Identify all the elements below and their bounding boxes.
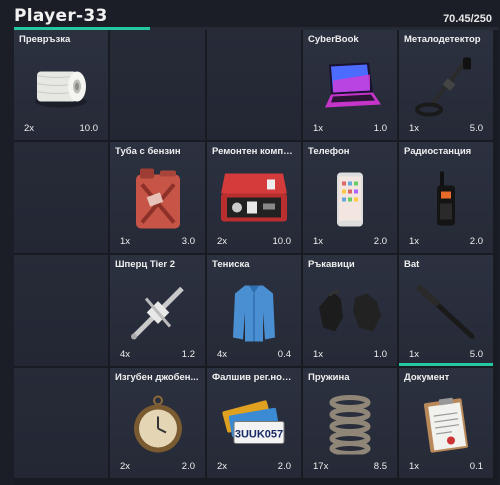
inventory-slot[interactable]: Изгубен джобен... 2x 2.0 [110,368,205,478]
item-weight: 1.0 [373,349,387,360]
item-quantity: 4x [120,349,131,360]
spring-icon [327,395,373,460]
item-name: Металодетектор [404,34,481,45]
inventory-slot[interactable]: Пружина 17x 8.5 [303,368,397,478]
item-quantity: 1x [313,236,324,247]
inventory-slot[interactable]: Шперц Tier 2 4x 1.2 [110,255,205,366]
document-icon [421,395,471,460]
item-quantity: 2x [217,236,228,247]
player-name: Player-33 [14,6,108,26]
item-weight: 5.0 [469,123,483,134]
item-weight: 1.0 [373,123,387,134]
empty-slot[interactable] [207,30,301,140]
item-quantity: 2x [120,461,131,472]
inventory-slot[interactable]: CyberBook 1x 1.0 [303,30,397,140]
item-weight: 2.0 [469,236,483,247]
item-weight: 0.4 [277,349,291,360]
inventory-slot[interactable]: Тениска 4x 0.4 [207,255,301,366]
item-weight: 10.0 [272,236,292,247]
empty-slot[interactable] [110,30,205,140]
item-weight: 8.5 [373,461,387,472]
item-weight: 2.0 [373,236,387,247]
item-weight: 0.1 [469,461,483,472]
item-quantity: 1x [409,123,420,134]
item-name: Документ [404,372,450,383]
item-quantity: 17x [313,461,329,472]
item-name: Фалшив рег.номер [212,372,297,383]
lockpick-icon [126,282,190,347]
inventory-grid: Превръзка 2x 10.0 CyberBook 1x 1.0 Метал… [14,30,498,485]
item-weight: 10.0 [79,123,99,134]
inventory-slot[interactable]: Телефон 1x 2.0 [303,142,397,253]
empty-slot[interactable] [14,255,108,366]
bat-icon [414,282,478,347]
item-name: Bat [404,259,420,270]
pocket-watch-icon [130,395,186,460]
phone-icon [335,171,365,232]
inventory-slot[interactable]: Радиостанция 1x 2.0 [399,142,493,253]
item-quantity: 1x [409,236,420,247]
license-plate-icon: 3UUK057 [220,400,288,455]
inventory-slot[interactable]: Документ 1x 0.1 [399,368,493,478]
empty-slot[interactable] [14,142,108,253]
inventory-slot[interactable]: Фалшив рег.номер 3UUK057 2x 2.0 [207,368,301,478]
inventory-slot[interactable]: Ръкавици 1x 1.0 [303,255,397,366]
item-weight: 2.0 [277,461,291,472]
item-quantity: 1x [313,123,324,134]
item-quantity: 1x [409,349,420,360]
weight-readout: 70.45/250 [443,13,492,25]
item-name: Тениска [212,259,250,270]
item-quantity: 2x [24,123,35,134]
inventory-slot[interactable]: Превръзка 2x 10.0 [14,30,108,140]
inventory-slot[interactable]: Металодетектор 1x 5.0 [399,30,493,140]
item-quantity: 1x [409,461,420,472]
item-name: Пружина [308,372,350,383]
inventory-header: Player-33 70.45/250 [0,0,500,30]
inventory-slot[interactable]: Ремонтен компл... 2x 10.0 [207,142,301,253]
item-quantity: 1x [313,349,324,360]
laptop-icon [315,61,385,118]
item-quantity: 2x [217,461,228,472]
jerrycan-icon [128,166,188,237]
item-quantity: 1x [120,236,131,247]
item-name: Ръкавици [308,259,355,270]
plate-text: 3UUK057 [235,429,283,441]
empty-slot[interactable] [14,368,108,478]
item-name: Ремонтен компл... [212,146,297,157]
item-quantity: 4x [217,349,228,360]
item-weight: 5.0 [469,349,483,360]
item-name: Телефон [308,146,350,157]
bandage-roll-icon [29,62,93,117]
radio-icon [434,169,458,234]
item-weight: 2.0 [181,461,195,472]
gloves-icon [315,287,385,342]
inventory-slot[interactable]: Туба с бензин 1x 3.0 [110,142,205,253]
item-name: Туба с бензин [115,146,181,157]
item-name: Изгубен джобен... [115,372,199,383]
item-name: CyberBook [308,34,359,45]
item-name: Превръзка [19,34,71,45]
item-weight: 3.0 [181,236,195,247]
inventory-slot-equipped[interactable]: Bat 1x 5.0 [399,255,493,366]
repair-kit-icon [217,169,291,234]
shirt-icon [229,281,279,348]
item-name: Радиостанция [404,146,472,157]
item-name: Шперц Tier 2 [115,259,176,270]
equipped-indicator [399,363,493,366]
item-weight: 1.2 [181,349,195,360]
metal-detector-icon [411,54,481,125]
